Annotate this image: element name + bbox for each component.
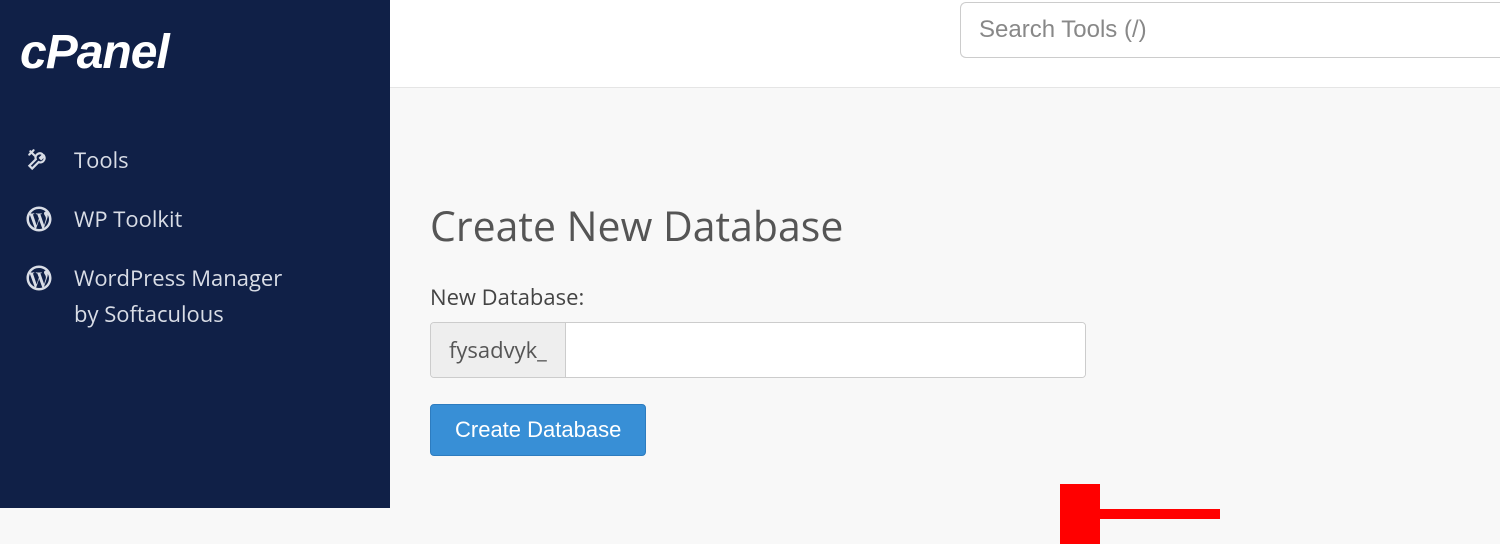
sidebar-item-wp-toolkit[interactable]: WP Toolkit [0,190,390,249]
sidebar-item-wordpress-manager[interactable]: WordPress Manager by Softaculous [0,249,390,345]
tools-icon [22,147,56,173]
wordpress-icon [22,204,56,234]
topbar [390,0,1500,88]
database-name-input[interactable] [566,323,1085,377]
annotation-arrow-icon [1060,484,1230,544]
main-area: Create New Database New Database: fysadv… [390,0,1500,508]
database-name-group: fysadvyk_ [430,322,1086,378]
sidebar-item-label: WP Toolkit [74,204,182,235]
cpanel-logo: cPanel [20,28,390,83]
sidebar-item-label: Tools [74,145,129,176]
sidebar-item-label-line1: WordPress Manager [74,263,282,294]
create-database-button[interactable]: Create Database [430,404,646,456]
sidebar: cPanel Tools WP Toolkit WordPre [0,0,390,508]
page-title: Create New Database [430,198,1500,254]
database-prefix: fysadvyk_ [431,323,566,377]
content: Create New Database New Database: fysadv… [390,88,1500,508]
search-input[interactable] [960,2,1500,58]
field-label: New Database: [430,282,1500,312]
svg-text:cPanel: cPanel [20,28,171,78]
sidebar-item-tools[interactable]: Tools [0,131,390,190]
sidebar-item-label-line2: by Softaculous [74,299,282,330]
wordpress-icon [22,263,56,293]
